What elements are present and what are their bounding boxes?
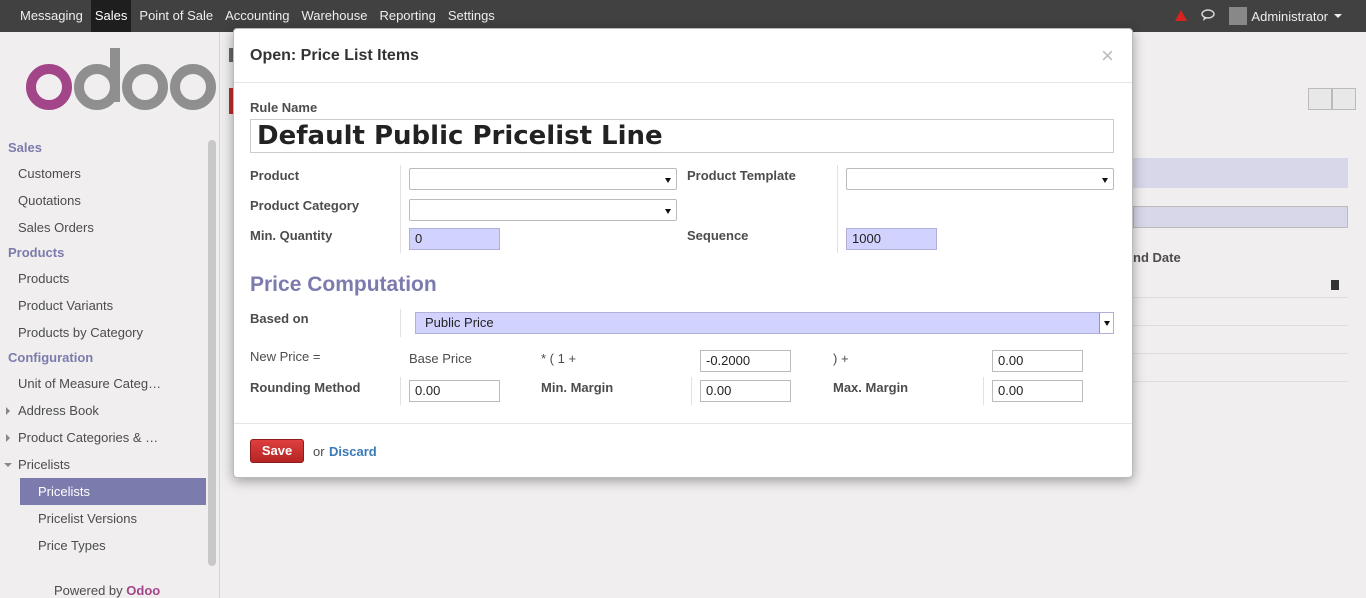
rule-name-label: Rule Name: [250, 100, 318, 115]
sidebar-item-quotations[interactable]: Quotations: [0, 187, 206, 214]
base-price-text: Base Price: [409, 351, 472, 366]
sidebar-nav: Sales Customers Quotations Sales Orders …: [0, 136, 206, 559]
sidebar-scrollbar[interactable]: [208, 140, 216, 566]
rule-name-field[interactable]: Default Public Pricelist Line: [250, 119, 1114, 153]
divider: [400, 165, 401, 253]
menu-sales[interactable]: Sales: [90, 0, 132, 32]
min-quantity-input[interactable]: 0: [409, 228, 500, 250]
menu-messaging[interactable]: Messaging: [16, 0, 87, 32]
user-name[interactable]: Administrator: [1251, 9, 1328, 24]
sidebar-item-uom-categories[interactable]: Unit of Measure Categ…: [0, 370, 206, 397]
sidebar-item-customers[interactable]: Customers: [0, 160, 206, 187]
sequence-input[interactable]: 1000: [846, 228, 937, 250]
plus-text: ) +: [833, 351, 849, 366]
dialog-header: Open: Price List Items ×: [234, 29, 1132, 83]
sequence-label: Sequence: [687, 228, 749, 243]
sidebar-item-product-categories[interactable]: Product Categories & …: [0, 424, 206, 451]
sidebar-header-products: Products: [8, 245, 65, 260]
table-row: [1133, 298, 1348, 326]
divider: [400, 309, 401, 337]
chevron-down-icon[interactable]: [1334, 14, 1342, 18]
based-on-label: Based on: [250, 311, 309, 326]
background-table: [1133, 270, 1348, 382]
discard-link[interactable]: Discard: [329, 444, 377, 459]
product-category-select[interactable]: [409, 199, 677, 221]
sidebar-item-pricelists-group[interactable]: Pricelists: [0, 451, 206, 478]
background-form-band: [1133, 158, 1348, 188]
save-button[interactable]: Save: [250, 439, 304, 463]
table-row: [1133, 354, 1348, 382]
view-switcher: [1308, 88, 1356, 110]
list-view-icon[interactable]: [1308, 88, 1332, 110]
close-icon[interactable]: ×: [1101, 45, 1114, 67]
odoo-logo: [26, 48, 218, 112]
chat-icon[interactable]: [1201, 8, 1216, 24]
based-on-select[interactable]: Public Price: [415, 312, 1114, 334]
chevron-down-icon[interactable]: [1099, 313, 1113, 333]
divider: [983, 377, 984, 405]
logo-o: [170, 64, 216, 110]
logo-d: [74, 48, 120, 110]
table-row: [1133, 326, 1348, 354]
menu-point-of-sale[interactable]: Point of Sale: [135, 0, 217, 32]
sidebar-item-products[interactable]: Products: [0, 265, 206, 292]
new-price-label: New Price =: [250, 349, 321, 364]
max-margin-input[interactable]: 0.00: [992, 380, 1083, 402]
divider: [400, 377, 401, 405]
logo-o: [26, 64, 72, 110]
product-category-label: Product Category: [250, 198, 360, 213]
sidebar-header-sales: Sales: [8, 140, 42, 155]
max-margin-label: Max. Margin: [833, 380, 909, 395]
based-on-value: Public Price: [425, 315, 494, 330]
sidebar-item-price-types[interactable]: Price Types: [0, 532, 206, 559]
sidebar-item-address-book[interactable]: Address Book: [0, 397, 206, 424]
powered-by-brand[interactable]: Odoo: [126, 583, 160, 598]
background-column-header: nd Date: [1133, 250, 1181, 265]
logo-o: [122, 64, 168, 110]
sidebar-header-configuration: Configuration: [8, 350, 94, 365]
sidebar: Sales Customers Quotations Sales Orders …: [0, 32, 220, 598]
multiplier-text: * ( 1 +: [541, 351, 577, 366]
trash-icon: [1331, 280, 1339, 290]
dialog-footer: Save or Discard: [234, 423, 1132, 478]
avatar[interactable]: [1229, 7, 1248, 25]
sidebar-item-pricelists[interactable]: Pricelists: [20, 478, 206, 505]
price-surcharge-input[interactable]: 0.00: [992, 350, 1083, 372]
sidebar-item-pricelist-versions[interactable]: Pricelist Versions: [0, 505, 206, 532]
rounding-method-label: Rounding Method: [250, 380, 361, 395]
form-view-icon[interactable]: [1332, 88, 1356, 110]
min-margin-label: Min. Margin: [541, 380, 614, 395]
min-margin-input[interactable]: 0.00: [700, 380, 791, 402]
powered-by-text: Powered by: [54, 583, 123, 598]
dialog-title: Open: Price List Items: [250, 47, 419, 64]
price-discount-input[interactable]: -0.2000: [700, 350, 791, 372]
or-text: or: [313, 444, 325, 459]
product-template-select[interactable]: [846, 168, 1114, 190]
user-area: Administrator: [1161, 0, 1342, 32]
divider: [837, 165, 838, 253]
min-quantity-label: Min. Quantity: [250, 228, 333, 243]
product-select[interactable]: [409, 168, 677, 190]
divider: [691, 377, 692, 405]
sidebar-item-sales-orders[interactable]: Sales Orders: [0, 214, 206, 241]
price-list-item-dialog: Open: Price List Items × Rule Name Defau…: [233, 28, 1133, 478]
rounding-input[interactable]: 0.00: [409, 380, 500, 402]
background-select: [1133, 206, 1348, 228]
powered-by: Powered by Odoo: [54, 583, 160, 598]
price-computation-heading: Price Computation: [250, 273, 437, 296]
sidebar-item-product-variants[interactable]: Product Variants: [0, 292, 206, 319]
sidebar-item-products-by-category[interactable]: Products by Category: [0, 319, 206, 346]
product-template-label: Product Template: [687, 168, 796, 183]
product-label: Product: [250, 168, 300, 183]
alert-icon[interactable]: [1175, 9, 1188, 24]
table-row: [1133, 270, 1348, 298]
